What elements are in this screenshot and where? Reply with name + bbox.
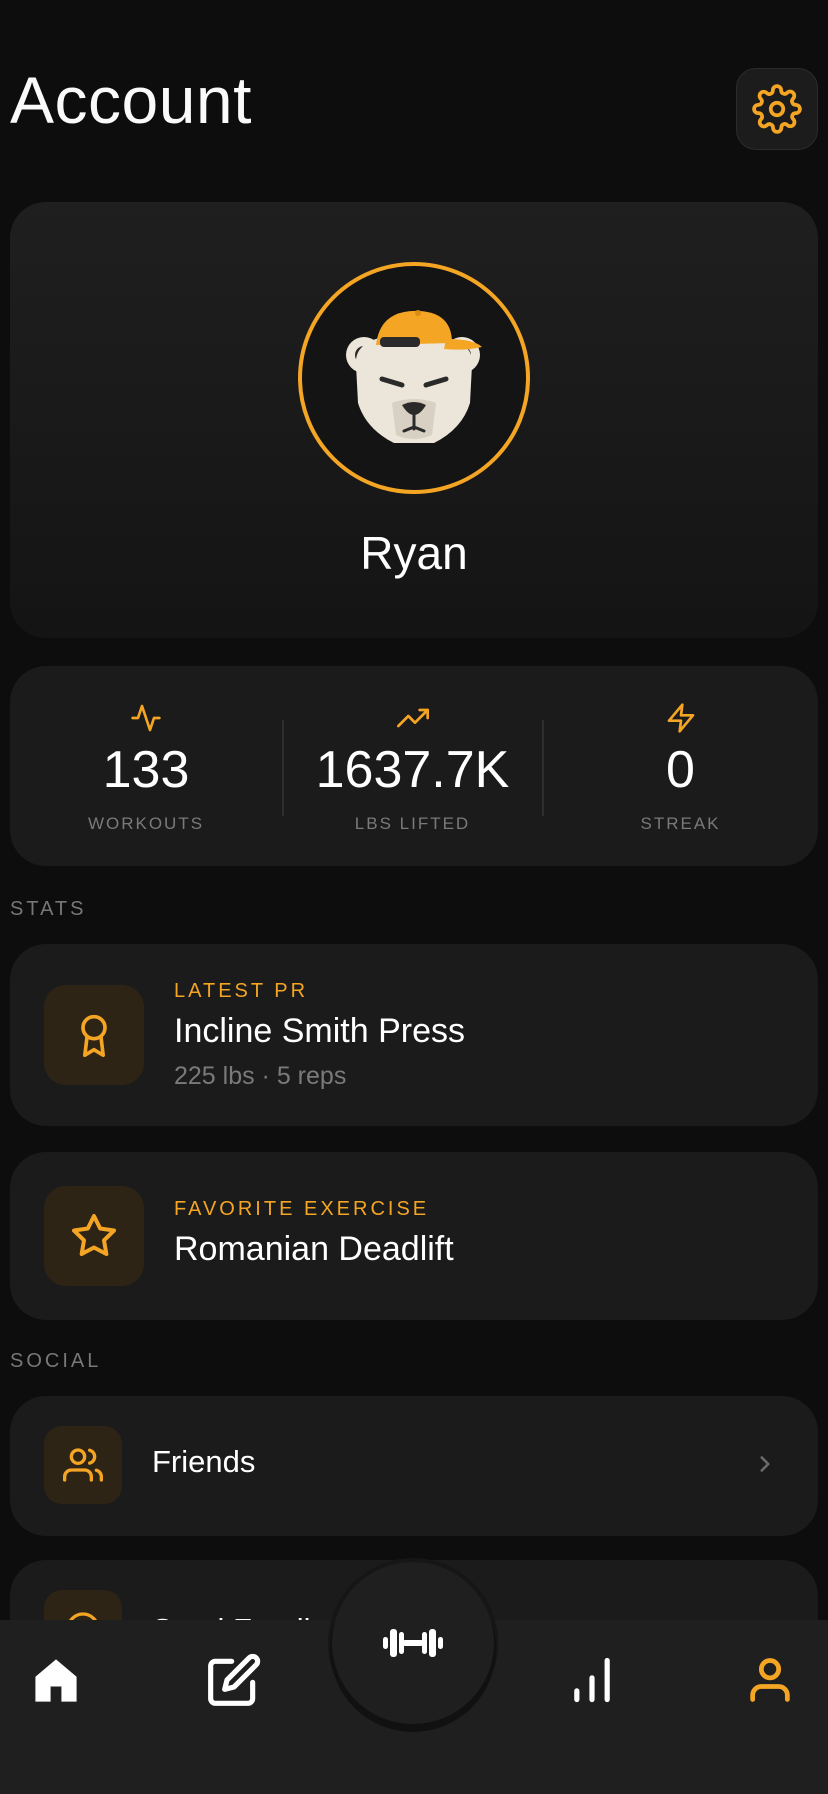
stat-streak: 0 STREAK bbox=[543, 666, 818, 866]
latest-pr-card[interactable]: LATEST PR Incline Smith Press 225 lbs · … bbox=[10, 944, 818, 1126]
summary-stats-card: 133 WORKOUTS 1637.7K LBS LIFTED 0 STREAK bbox=[10, 666, 818, 866]
dumbbell-icon bbox=[383, 1629, 443, 1657]
latest-pr-title: Incline Smith Press bbox=[174, 1012, 465, 1050]
friends-label: Friends bbox=[152, 1444, 256, 1479]
stat-label: STREAK bbox=[640, 814, 721, 833]
tab-progress[interactable] bbox=[542, 1620, 642, 1740]
bar-chart-icon bbox=[574, 1657, 610, 1703]
bear-with-cap-icon bbox=[346, 310, 482, 443]
section-label-stats: STATS bbox=[10, 898, 87, 920]
settings-button[interactable] bbox=[736, 68, 818, 150]
stat-value: 133 bbox=[102, 741, 190, 799]
start-workout-button[interactable] bbox=[332, 1562, 494, 1724]
tab-home[interactable] bbox=[6, 1620, 106, 1740]
friends-row[interactable]: Friends bbox=[10, 1396, 818, 1536]
favorite-eyebrow: FAVORITE EXERCISE bbox=[174, 1198, 430, 1220]
activity-icon bbox=[131, 704, 161, 732]
edit-icon bbox=[208, 1653, 261, 1706]
stat-value: 0 bbox=[666, 741, 695, 799]
latest-pr-eyebrow: LATEST PR bbox=[174, 980, 309, 1002]
trending-up-icon bbox=[396, 708, 429, 728]
gear-icon bbox=[752, 84, 802, 134]
star-icon bbox=[72, 1214, 116, 1257]
stat-label: LBS LIFTED bbox=[354, 814, 471, 833]
icon-tile bbox=[44, 1186, 144, 1286]
icon-tile bbox=[44, 985, 144, 1085]
users-icon bbox=[63, 1448, 103, 1482]
stat-workouts: 133 WORKOUTS bbox=[10, 666, 282, 866]
user-icon bbox=[750, 1658, 790, 1702]
page-title: Account bbox=[10, 63, 252, 137]
avatar[interactable] bbox=[298, 262, 530, 494]
profile-card: Ryan bbox=[10, 202, 818, 638]
award-icon bbox=[81, 1014, 107, 1057]
section-label-social: SOCIAL bbox=[10, 1350, 102, 1372]
profile-name: Ryan bbox=[360, 527, 468, 579]
home-icon bbox=[35, 1659, 77, 1702]
stat-lbs-lifted: 1637.7K LBS LIFTED bbox=[283, 666, 542, 866]
latest-pr-subtitle: 225 lbs · 5 reps bbox=[174, 1062, 347, 1090]
lightning-icon bbox=[667, 703, 694, 733]
tab-log[interactable] bbox=[184, 1620, 284, 1740]
favorite-title: Romanian Deadlift bbox=[174, 1230, 454, 1268]
chevron-right-icon bbox=[760, 1456, 770, 1472]
header: Account bbox=[0, 0, 828, 190]
icon-tile bbox=[44, 1426, 122, 1504]
tab-account[interactable] bbox=[720, 1620, 820, 1740]
stat-label: WORKOUTS bbox=[87, 814, 205, 833]
favorite-exercise-card[interactable]: FAVORITE EXERCISE Romanian Deadlift bbox=[10, 1152, 818, 1320]
stat-value: 1637.7K bbox=[315, 741, 510, 799]
